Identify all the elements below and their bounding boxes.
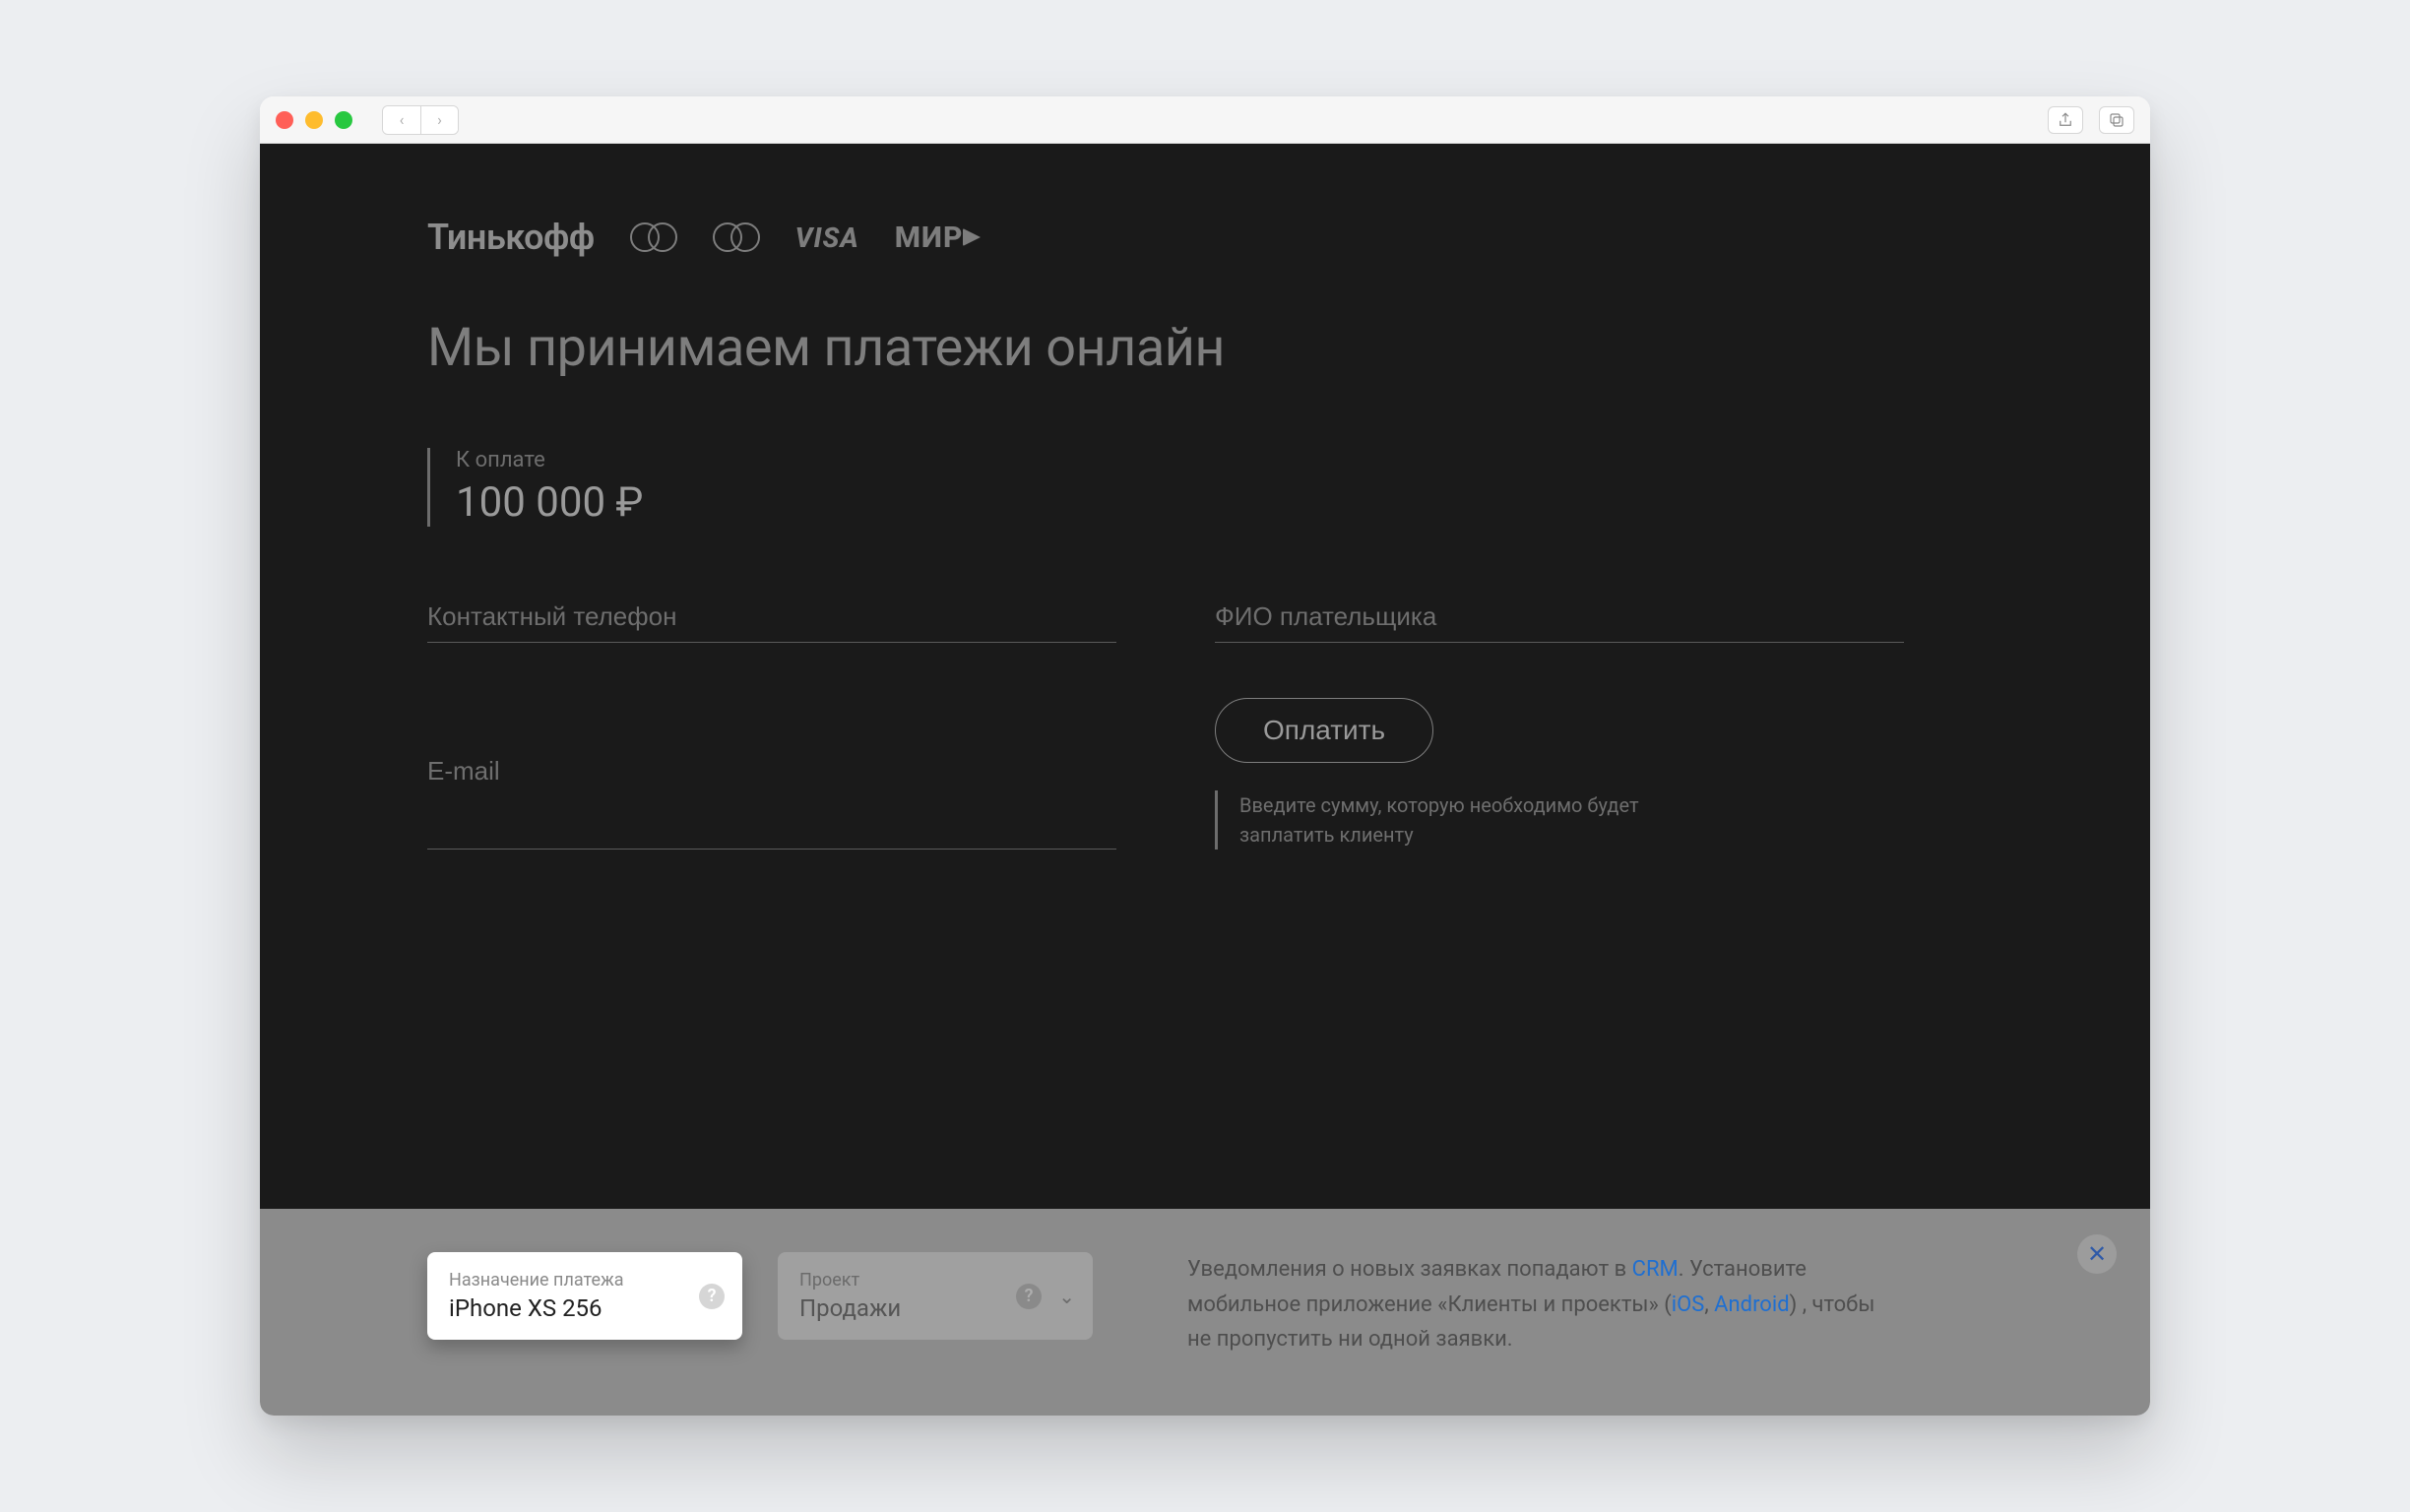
purpose-label: Назначение платежа <box>449 1270 721 1291</box>
purpose-value: iPhone XS 256 <box>449 1294 721 1322</box>
tabs-icon[interactable] <box>2099 106 2134 134</box>
titlebar: ‹ › <box>260 96 2150 144</box>
help-icon[interactable]: ? <box>699 1284 725 1309</box>
android-link[interactable]: Android <box>1714 1292 1789 1317</box>
share-icon[interactable] <box>2048 106 2083 134</box>
mir-text: МИР <box>895 220 964 255</box>
window-minimize-icon[interactable] <box>305 111 323 129</box>
ios-link[interactable]: iOS <box>1672 1292 1705 1317</box>
crm-link[interactable]: CRM <box>1632 1257 1679 1282</box>
window-zoom-icon[interactable] <box>335 111 352 129</box>
brand-row: Тинькофф VISA МИР <box>427 213 1983 262</box>
page-title: Мы принимаем платежи онлайн <box>427 317 1983 379</box>
chevron-down-icon: ⌄ <box>1058 1285 1075 1308</box>
amount-block: К оплате 100 000 ₽ <box>427 448 1983 527</box>
back-button[interactable]: ‹ <box>383 106 420 134</box>
viewport: Тинькофф VISA МИР Мы принимаем платежи о… <box>260 144 2150 1416</box>
window-close-icon[interactable] <box>276 111 293 129</box>
close-icon[interactable]: ✕ <box>2077 1234 2117 1274</box>
brand-name: Тинькофф <box>427 217 595 258</box>
notice-text: , <box>1704 1292 1714 1317</box>
email-field[interactable] <box>427 698 1116 850</box>
amount-label: К оплате <box>456 448 1983 472</box>
project-select[interactable]: Проект Продажи ? ⌄ <box>778 1252 1093 1340</box>
maestro-icon <box>713 222 760 252</box>
browser-window: ‹ › Тинькофф VISA МИР Мы принимаем плате… <box>260 96 2150 1416</box>
payment-form: Оплатить Введите сумму, которую необходи… <box>427 596 1904 850</box>
crm-notice: Уведомления о новых заявках попадают в C… <box>1187 1252 1876 1356</box>
amount-value: 100 000 ₽ <box>456 478 1983 527</box>
nav-buttons: ‹ › <box>382 105 459 135</box>
payer-name-field[interactable] <box>1215 596 1904 643</box>
payment-section: Тинькофф VISA МИР Мы принимаем платежи о… <box>260 144 2150 1209</box>
visa-icon: VISA <box>795 221 859 254</box>
amount-hint: Введите сумму, которую необходимо будет … <box>1215 790 1727 850</box>
payment-purpose-card[interactable]: Назначение платежа iPhone XS 256 ? <box>427 1252 742 1340</box>
mastercard-icon <box>630 222 677 252</box>
pay-button[interactable]: Оплатить <box>1215 698 1433 763</box>
help-icon[interactable]: ? <box>1016 1284 1042 1309</box>
forward-button[interactable]: › <box>420 106 458 134</box>
notice-text: Уведомления о новых заявках попадают в <box>1187 1257 1632 1282</box>
phone-field[interactable] <box>427 596 1116 643</box>
traffic-lights <box>276 111 352 129</box>
bottom-bar: Назначение платежа iPhone XS 256 ? Проек… <box>260 1209 2150 1416</box>
mir-icon: МИР <box>895 220 982 255</box>
